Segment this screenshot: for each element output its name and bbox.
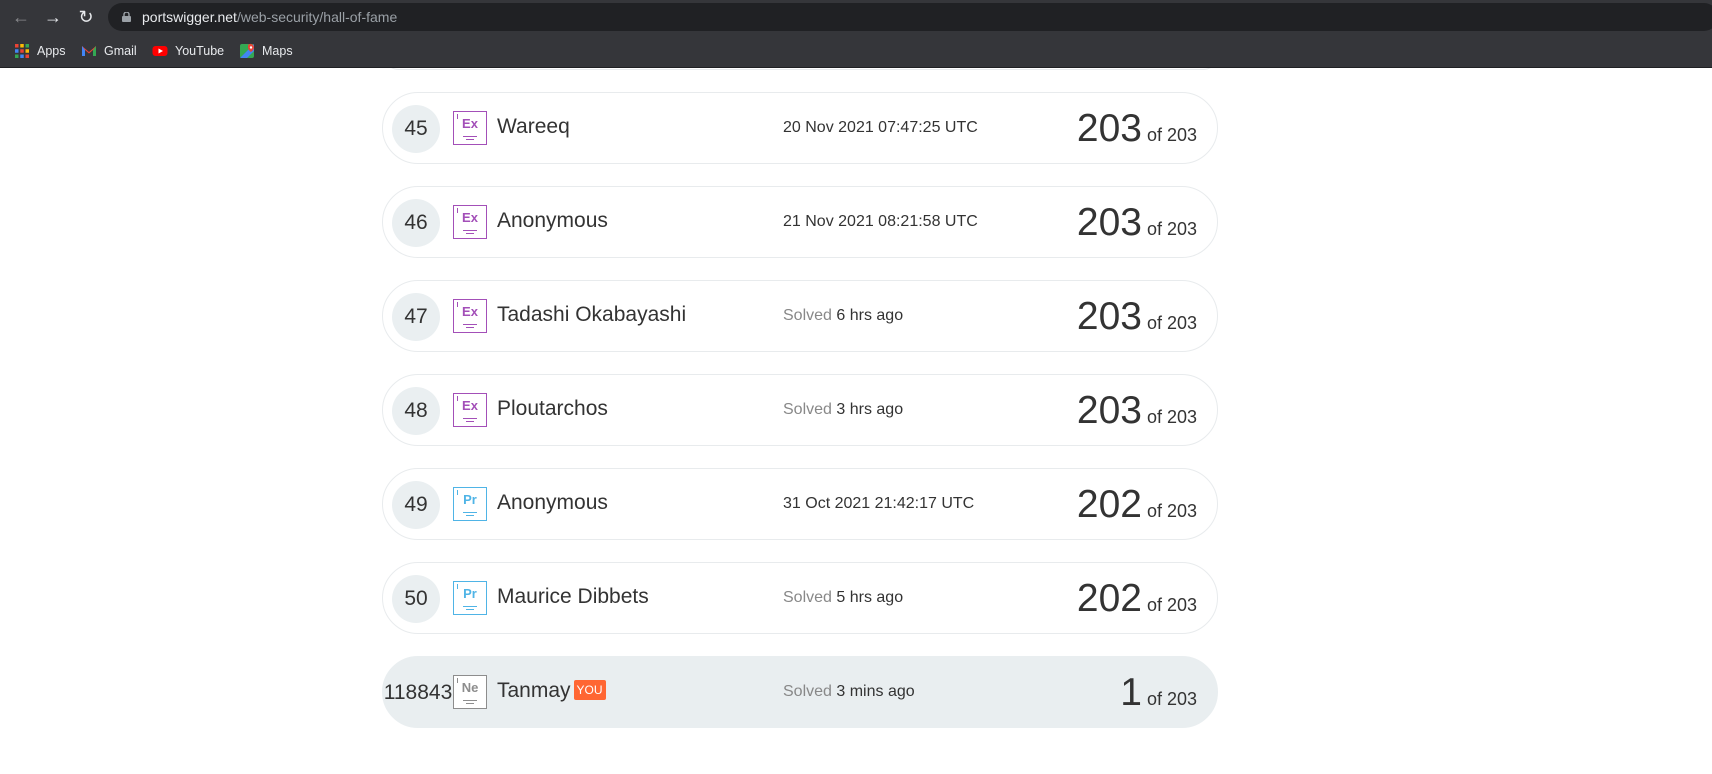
back-arrow-icon[interactable]: ← (11, 7, 31, 27)
you-badge: YOU (573, 680, 606, 700)
leaderboard-row: 50 Pr Maurice Dibbets Solved 5 hrs ago 2… (382, 562, 1218, 634)
bookmark-label: Apps (37, 44, 66, 58)
solved-time: Solved 3 hrs ago (783, 401, 904, 418)
score: 202 of 203 (1077, 577, 1197, 621)
rank-number: 49 (392, 481, 440, 529)
solved-time: Solved 3 mins ago (783, 683, 915, 700)
solved-time: Solved 5 hrs ago (783, 589, 904, 606)
score-value: 203 (1076, 295, 1142, 338)
leaderboard-row: 47 Ex Tadashi Okabayashi Solved 6 hrs ag… (382, 280, 1218, 352)
bookmarks-bar: Apps Gmail YouTube Maps (0, 34, 1712, 68)
score: 203 of 203 (1077, 107, 1197, 151)
expert-level-icon: Ex (453, 299, 487, 333)
score-value: 1 (1120, 671, 1142, 714)
forward-arrow-icon[interactable]: → (43, 7, 63, 27)
score-total: of 203 (1146, 313, 1197, 333)
url-path: /web-security/hall-of-fame (236, 9, 398, 25)
score-value: 203 (1076, 201, 1142, 244)
bookmark-label: YouTube (175, 44, 225, 58)
score-value: 203 (1076, 107, 1142, 150)
bookmark-youtube[interactable]: YouTube (152, 42, 224, 60)
user-name: Maurice Dibbets (497, 585, 649, 608)
apps-grid-icon (15, 44, 29, 58)
score-total: of 203 (1146, 407, 1197, 427)
leaderboard-row: 45 Ex Wareeq 20 Nov 2021 07:47:25 UTC 20… (382, 92, 1218, 164)
score-total: of 203 (1146, 689, 1197, 709)
rank-number: 50 (392, 575, 440, 623)
browser-toolbar: ← → ↻ portswigger.net/web-security/hall-… (0, 0, 1712, 34)
solved-time: Solved 6 hrs ago (783, 307, 904, 324)
newbie-level-icon: Ne (453, 675, 487, 709)
score-total: of 203 (1146, 501, 1197, 521)
hall-of-fame-page: 45 Ex Wareeq 20 Nov 2021 07:47:25 UTC 20… (0, 68, 1712, 774)
score: 202 of 203 (1077, 483, 1197, 527)
score: 203 of 203 (1077, 201, 1197, 245)
score-value: 203 (1076, 389, 1142, 432)
bookmark-apps[interactable]: Apps (14, 42, 66, 60)
youtube-icon (152, 46, 168, 56)
current-user-row: 118843 Ne Tanmay YOU Solved 3 mins ago 1o… (382, 656, 1218, 728)
url-text: portswigger.net/web-security/hall-of-fam… (142, 9, 397, 25)
score-total: of 203 (1146, 595, 1197, 615)
score: 1 of 203 (1120, 671, 1197, 715)
user-name: Anonymous (497, 491, 608, 514)
expert-level-icon: Ex (453, 205, 487, 239)
practitioner-level-icon: Pr (453, 487, 487, 521)
gmail-icon (82, 46, 96, 56)
lock-icon (122, 12, 131, 22)
user-name: Tadashi Okabayashi (497, 303, 687, 326)
bookmark-label: Maps (262, 44, 293, 58)
rank-number: 45 (392, 105, 440, 153)
user-name: Ploutarchos (497, 397, 608, 420)
expert-level-icon: Ex (453, 111, 487, 145)
score-value: 202 (1076, 577, 1142, 620)
user-name: Anonymous (497, 209, 608, 232)
bookmark-maps[interactable]: Maps (239, 42, 293, 60)
leaderboard-row: 49 Pr Anonymous 31 Oct 2021 21:42:17 UTC… (382, 468, 1218, 540)
rank-number: 47 (392, 293, 440, 341)
score-value: 202 (1076, 483, 1142, 526)
score: 203 of 203 (1077, 295, 1197, 339)
address-bar[interactable]: portswigger.net/web-security/hall-of-fam… (108, 3, 1712, 31)
rank-number: 48 (392, 387, 440, 435)
solved-time: 20 Nov 2021 07:47:25 UTC (783, 119, 978, 136)
user-name: Tanmay YOU (497, 679, 606, 703)
rank-number: 46 (392, 199, 440, 247)
solved-time: 21 Nov 2021 08:21:58 UTC (783, 213, 978, 230)
user-name: Wareeq (497, 115, 570, 138)
score-total: of 203 (1146, 125, 1197, 145)
leaderboard-row: 46 Ex Anonymous 21 Nov 2021 08:21:58 UTC… (382, 186, 1218, 258)
practitioner-level-icon: Pr (453, 581, 487, 615)
bookmark-gmail[interactable]: Gmail (81, 42, 137, 60)
solved-time: 31 Oct 2021 21:42:17 UTC (783, 495, 975, 512)
score-total: of 203 (1146, 219, 1197, 239)
url-domain: portswigger.net (142, 9, 237, 25)
previous-row-edge (383, 68, 1219, 70)
expert-level-icon: Ex (453, 393, 487, 427)
leaderboard-row: 48 Ex Ploutarchos Solved 3 hrs ago 203 of… (382, 374, 1218, 446)
maps-icon (240, 43, 255, 58)
score: 203 of 203 (1077, 389, 1197, 433)
bookmark-label: Gmail (104, 44, 137, 58)
rank-number: 118843 (383, 681, 453, 704)
reload-icon[interactable]: ↻ (76, 7, 96, 27)
